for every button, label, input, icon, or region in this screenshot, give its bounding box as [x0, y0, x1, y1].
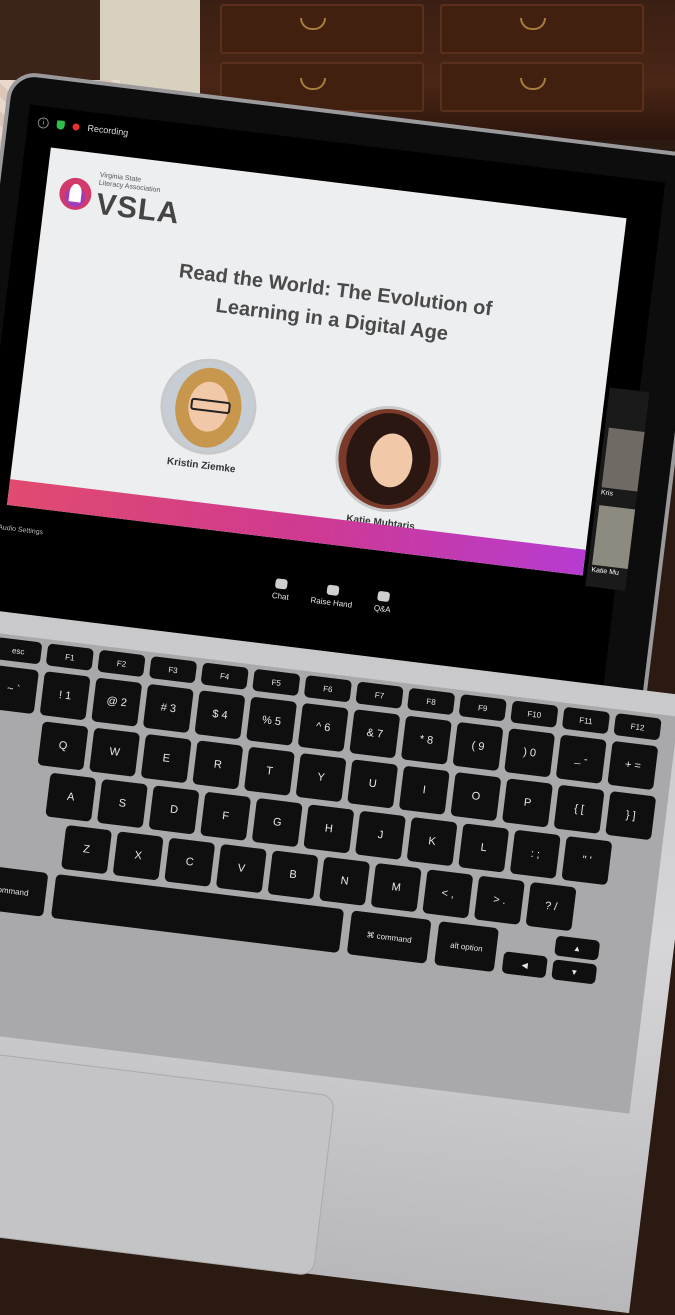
participant-tile[interactable] — [601, 427, 645, 492]
letter-key[interactable]: M — [370, 862, 422, 913]
letter-key[interactable]: Z — [61, 824, 113, 875]
number-key[interactable]: ~ ` — [0, 664, 40, 715]
letter-key[interactable]: O — [450, 771, 502, 822]
command-key-left[interactable]: ⌘ command — [0, 863, 49, 917]
letter-key[interactable]: E — [140, 733, 192, 784]
qa-button[interactable]: Q&A — [373, 590, 392, 614]
number-key[interactable]: % 5 — [246, 696, 298, 746]
speaker-2-photo — [329, 399, 448, 519]
number-key[interactable]: ) 0 — [504, 728, 556, 778]
option-key[interactable]: alt option — [434, 921, 499, 973]
number-key[interactable]: & 7 — [349, 709, 401, 759]
number-key[interactable]: _ - — [555, 734, 607, 784]
letter-key[interactable]: L — [458, 823, 510, 873]
letter-key[interactable]: X — [112, 831, 164, 881]
vsla-logo-mark-icon — [57, 176, 94, 212]
letter-key[interactable]: U — [347, 759, 399, 809]
chat-button[interactable]: Chat — [271, 578, 290, 602]
recording-dot-icon — [72, 122, 81, 131]
raise-hand-icon — [326, 584, 340, 596]
letter-key[interactable]: T — [243, 746, 295, 796]
letter-key[interactable]: ? / — [525, 881, 577, 932]
laptop-keyboard-deck: esc F1 F2 F3 F4 F5 F6 F7 F8 F9 F10 F11 F12 ~ `! 1 @ 2 #… — [0, 610, 675, 1314]
letter-key[interactable]: J — [354, 810, 406, 860]
recording-label: Recording — [86, 122, 129, 138]
letter-key[interactable]: K — [406, 816, 458, 867]
letter-key[interactable]: { [ — [553, 784, 605, 834]
function-key[interactable]: F2 — [97, 649, 146, 678]
shared-slide: Virginia State Literacy Association VSLA… — [6, 147, 627, 576]
info-icon[interactable]: i — [37, 116, 50, 129]
letter-key[interactable]: Y — [295, 752, 347, 803]
vsla-logo: Virginia State Literacy Association VSLA — [56, 167, 183, 231]
command-key-right[interactable]: ⌘ command — [346, 910, 432, 964]
arrow-up-key[interactable]: ▲ — [554, 935, 601, 961]
chat-icon — [275, 578, 289, 590]
participant-name: Katie Mu — [590, 566, 620, 577]
function-key[interactable]: F9 — [458, 694, 507, 722]
speaker-1-photo — [154, 353, 262, 461]
letter-key[interactable]: C — [164, 837, 216, 887]
number-key[interactable]: ( 9 — [452, 721, 504, 772]
letter-key[interactable]: H — [303, 804, 355, 854]
arrow-left-key[interactable]: ◀ — [501, 951, 548, 979]
letter-key[interactable]: F — [200, 791, 252, 841]
letter-key[interactable]: G — [251, 797, 303, 848]
qa-icon — [377, 590, 391, 603]
function-key[interactable]: F7 — [355, 681, 404, 709]
letter-key[interactable]: N — [319, 856, 371, 906]
function-key[interactable]: F12 — [613, 713, 662, 741]
speaker-1-name: Kristin Ziemke — [166, 456, 237, 476]
number-key[interactable]: $ 4 — [194, 690, 246, 740]
function-key[interactable]: F1 — [45, 643, 95, 671]
zoom-controls: Chat Raise Hand Q&A — [271, 578, 392, 614]
function-key[interactable]: F11 — [561, 706, 611, 735]
keyboard: esc F1 F2 F3 F4 F5 F6 F7 F8 F9 F10 F11 F12 ~ `! 1 @ 2 #… — [0, 632, 675, 1114]
letter-key[interactable]: < , — [422, 869, 474, 919]
slide-gradient-stripe — [6, 479, 586, 576]
number-key[interactable]: @ 2 — [91, 677, 143, 727]
function-key[interactable]: F6 — [303, 675, 353, 703]
trackpad[interactable] — [0, 1047, 336, 1277]
letter-key[interactable]: S — [96, 778, 148, 829]
letter-key[interactable]: > . — [473, 875, 525, 925]
function-key[interactable]: F3 — [148, 656, 198, 684]
function-key[interactable]: F8 — [406, 687, 456, 716]
arrow-down-key[interactable]: ▼ — [551, 959, 598, 985]
number-key[interactable]: ! 1 — [39, 671, 91, 721]
speaker-2: Katie Muhtaris — [327, 399, 448, 535]
letter-key[interactable]: D — [148, 785, 200, 835]
participant-name: Kris — [600, 489, 614, 498]
number-key[interactable]: # 3 — [142, 683, 194, 734]
function-key[interactable]: F4 — [200, 662, 249, 690]
letter-key[interactable]: } ] — [605, 790, 657, 841]
security-shield-icon[interactable] — [56, 119, 66, 130]
letter-key[interactable]: R — [192, 740, 244, 790]
letter-key[interactable]: P — [501, 778, 554, 828]
zoom-top-bar: i Recording — [37, 112, 130, 143]
letter-key[interactable]: Q — [37, 721, 89, 771]
raise-hand-button[interactable]: Raise Hand — [310, 583, 354, 610]
function-key[interactable]: esc — [0, 637, 43, 665]
speaker-1: Kristin Ziemke — [153, 353, 262, 477]
audio-settings[interactable]: Audio Settings — [0, 524, 43, 536]
slide-title: Read the World: The Evolution of Learnin… — [132, 251, 536, 359]
participant-tile[interactable] — [592, 505, 636, 570]
letter-key[interactable]: " ' — [561, 835, 613, 886]
letter-key[interactable]: A — [45, 772, 97, 822]
letter-key[interactable]: W — [89, 727, 141, 777]
letter-key[interactable]: I — [398, 765, 450, 815]
letter-key[interactable]: : ; — [509, 829, 561, 879]
function-key[interactable]: F5 — [252, 668, 301, 697]
letter-key[interactable]: V — [215, 843, 267, 894]
function-key[interactable]: F10 — [510, 700, 559, 728]
letter-key[interactable]: B — [267, 850, 319, 900]
number-key[interactable]: * 8 — [400, 715, 452, 765]
number-key[interactable]: ^ 6 — [297, 702, 349, 753]
number-key[interactable]: + = — [607, 740, 659, 791]
